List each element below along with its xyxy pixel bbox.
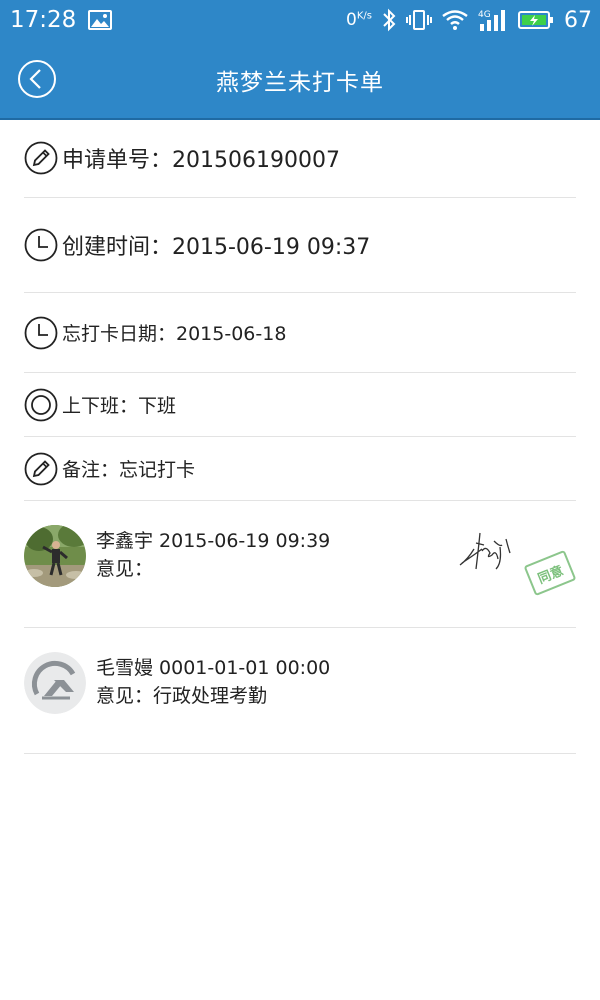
created-time: 创建时间：2015-06-19 09:37: [62, 235, 371, 260]
gallery-icon: [88, 10, 113, 30]
approval-opinion: 意见：行政处理考勤: [96, 685, 268, 707]
approval-text: 李鑫宇 2015-06-19 09:39 意见：: [96, 527, 330, 583]
cell-signal-icon: 4G: [478, 10, 505, 31]
approval-item: 毛雪嫚 0001-01-01 00:00 意见：行政处理考勤: [24, 628, 576, 754]
bluetooth-icon: [383, 8, 396, 32]
request-number-row: 申请单号：201506190007: [24, 118, 576, 198]
status-time: 17:28: [10, 7, 77, 33]
forgot-date-row: 忘打卡日期：2015-06-18: [24, 293, 576, 373]
pencil-icon: [24, 452, 58, 485]
approver-name-time: 李鑫宇 2015-06-19 09:39: [96, 530, 331, 552]
svg-text:4G: 4G: [478, 10, 491, 20]
approver-name-time: 毛雪嫚 0001-01-01 00:00: [96, 657, 331, 679]
approve-stamp: 同意: [523, 549, 577, 597]
shift: 上下班：下班: [62, 395, 177, 417]
approval-text: 毛雪嫚 0001-01-01 00:00 意见：行政处理考勤: [96, 654, 330, 710]
network-speed: 0K/s: [346, 10, 372, 30]
wifi-icon: [442, 10, 468, 30]
remark: 备注：忘记打卡: [62, 459, 196, 481]
approval-opinion: 意见：: [96, 558, 154, 580]
battery-level: 67: [564, 7, 592, 33]
forgot-date: 忘打卡日期：2015-06-18: [62, 323, 287, 345]
signature-image: [459, 532, 511, 570]
status-bar: 17:28 0K/s 4G 67: [0, 0, 600, 40]
clock-icon: [24, 316, 58, 349]
page-title: 燕梦兰未打卡单: [216, 70, 384, 96]
shift-row: 上下班：下班: [24, 373, 576, 437]
avatar: [24, 525, 86, 587]
created-time-row: 创建时间：2015-06-19 09:37: [24, 198, 576, 293]
vibrate-icon: [406, 10, 432, 30]
pencil-icon: [24, 141, 58, 174]
approval-item: 李鑫宇 2015-06-19 09:39 意见： 同意: [24, 501, 577, 628]
clock-icon: [24, 228, 58, 262]
battery-charging-icon: [518, 11, 553, 29]
remark-row: 备注：忘记打卡: [24, 437, 576, 501]
avatar: [24, 652, 86, 714]
target-icon: [24, 388, 58, 421]
request-number: 申请单号：201506190007: [62, 147, 340, 173]
title-bar: 燕梦兰未打卡单: [0, 40, 600, 120]
